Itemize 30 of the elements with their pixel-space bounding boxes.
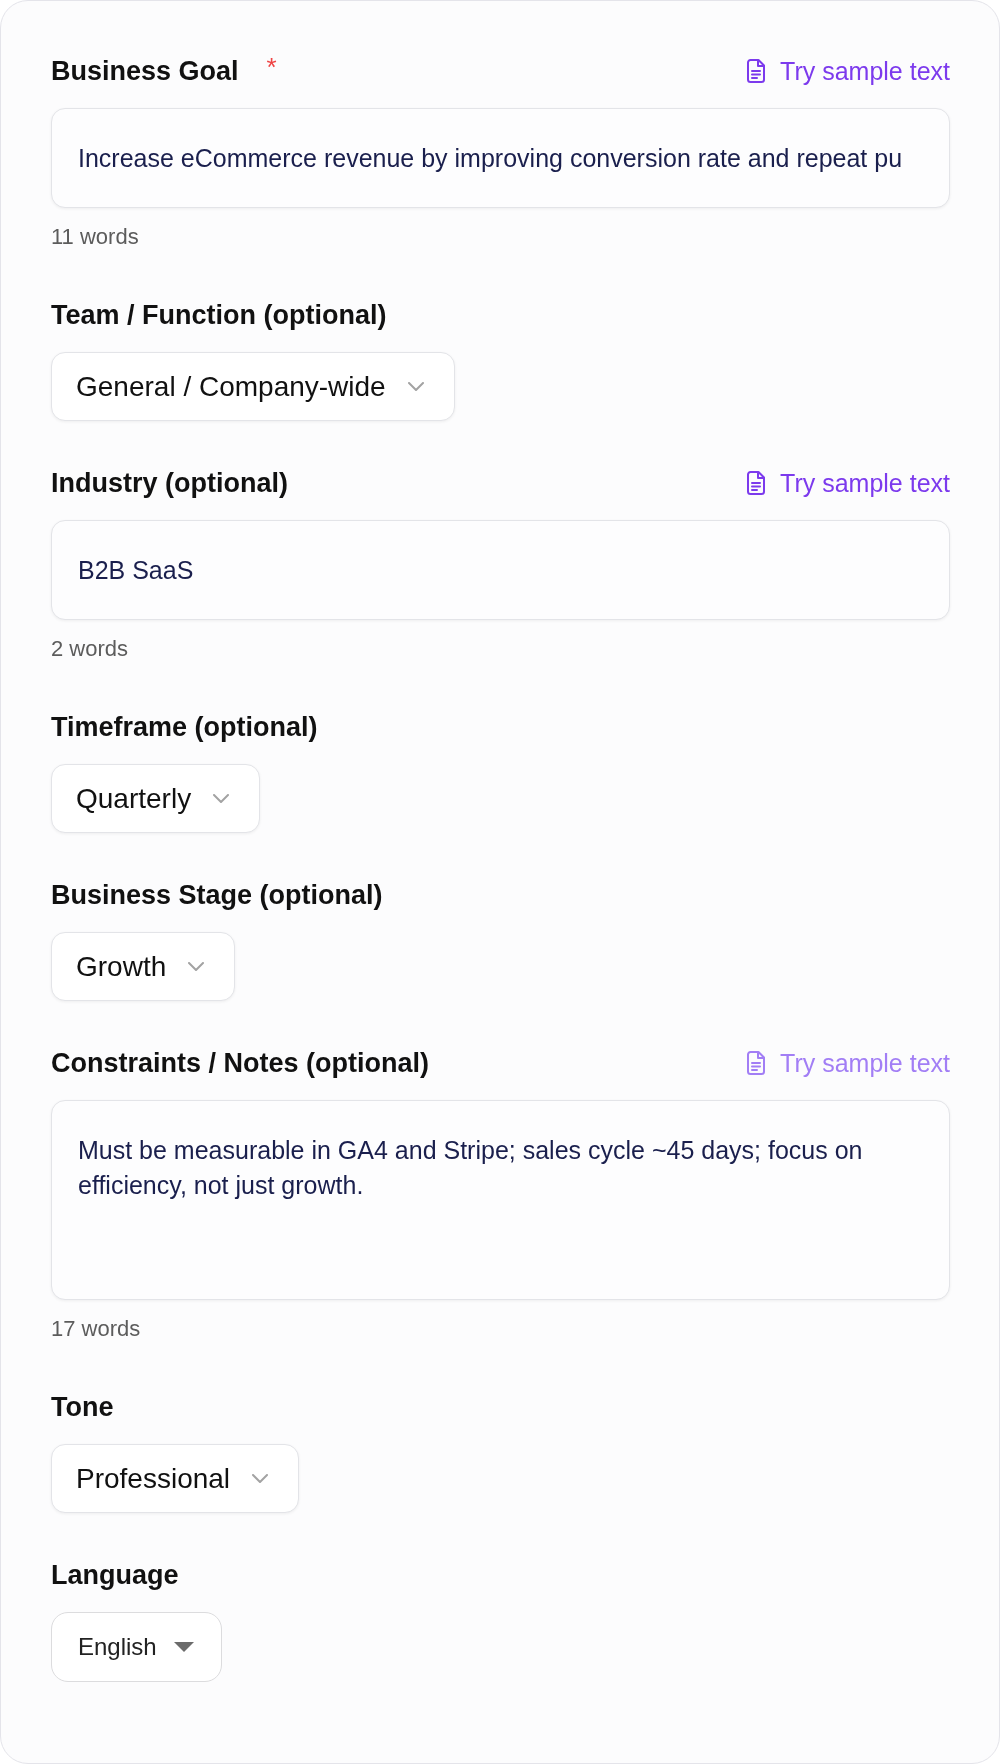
field-label: Timeframe (optional): [51, 711, 318, 743]
field-label: Constraints / Notes (optional): [51, 1047, 429, 1079]
chevron-down-icon: [252, 1474, 269, 1483]
sample-text-link[interactable]: Try sample text: [746, 468, 950, 498]
field-label: Industry (optional): [51, 467, 288, 499]
dropdown[interactable]: Growth: [51, 932, 236, 1001]
word-count: 2 words: [51, 636, 129, 662]
document-icon: [746, 471, 767, 495]
dropdown[interactable]: Professional: [51, 1444, 300, 1513]
required-asterisk: *: [266, 54, 277, 80]
text-field[interactable]: B2B SaaS: [51, 520, 950, 620]
document-icon: [746, 1051, 767, 1075]
field-label: Team / Function (optional): [51, 299, 387, 331]
field-label: Tone: [51, 1391, 114, 1423]
field-label: Business Stage (optional): [51, 879, 383, 911]
chevron-down-icon: [188, 962, 205, 971]
dropdown[interactable]: General / Company-wide: [51, 352, 455, 421]
word-count: 17 words: [51, 1316, 141, 1342]
sample-text-link[interactable]: Try sample text: [746, 56, 950, 86]
word-count: 11 words: [51, 224, 139, 250]
caret-down-icon: [173, 1642, 194, 1652]
field-label: Language: [51, 1559, 179, 1591]
chevron-down-icon: [213, 794, 230, 803]
dropdown[interactable]: Quarterly: [51, 764, 261, 833]
chevron-down-icon: [407, 382, 424, 391]
text-field[interactable]: Increase eCommerce revenue by improving conversion rate and repeat pu: [51, 108, 950, 208]
document-icon: [746, 59, 767, 83]
dropdown[interactable]: English: [51, 1612, 222, 1682]
textarea-field[interactable]: Must be measurable in GA4 and Stripe; sales cycle ~45 days; focus on efficiency, not just growth.: [51, 1100, 950, 1300]
field-label: Business Goal: [51, 55, 239, 87]
